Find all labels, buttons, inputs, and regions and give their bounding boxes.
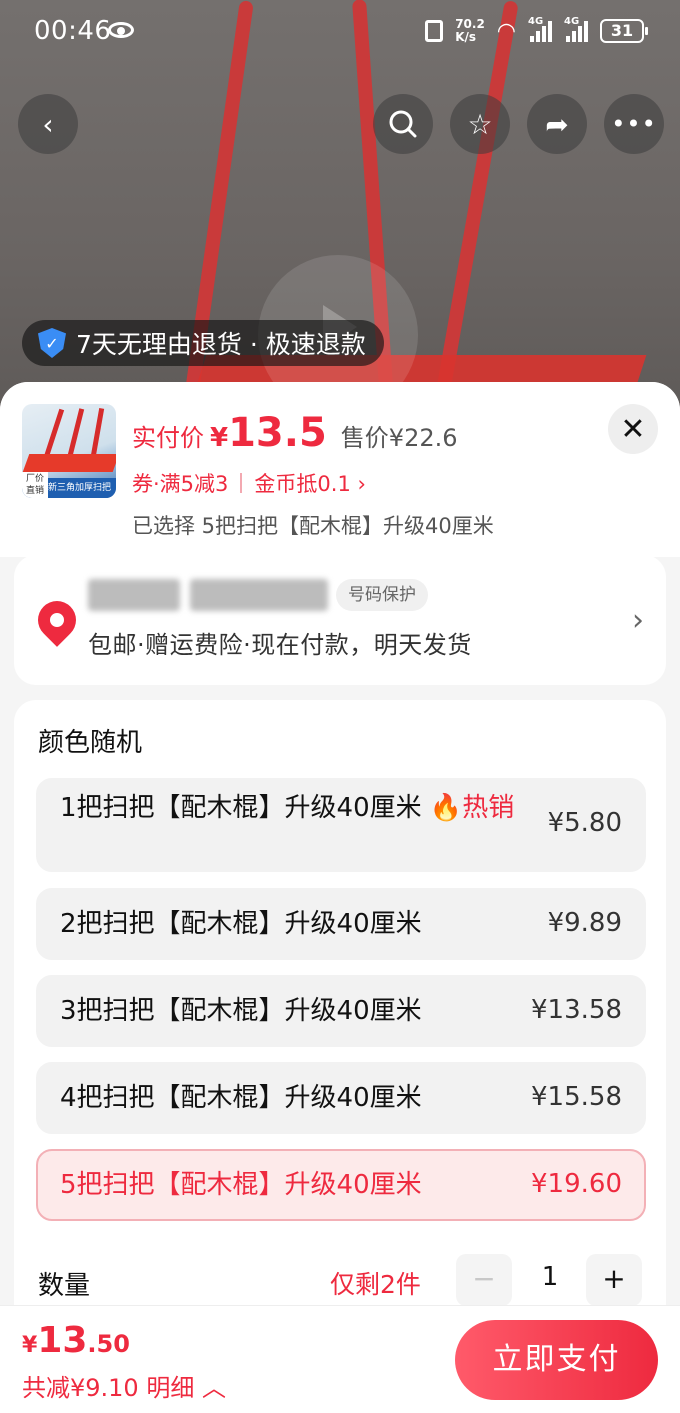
sku-option-price: ¥9.89	[547, 908, 622, 938]
chevron-right-icon: ›	[632, 603, 644, 638]
decrement-button[interactable]: −	[456, 1254, 512, 1306]
original-price: 售价¥22.6	[340, 424, 458, 452]
sku-option-price: ¥15.58	[531, 1082, 622, 1112]
pay-price: ¥13.5	[210, 410, 327, 456]
search-icon	[389, 110, 417, 138]
wifi-icon: ◠	[496, 18, 516, 44]
divider	[240, 473, 243, 493]
battery-icon: 31	[600, 19, 648, 43]
stock-note: 仅剩2件	[330, 1270, 421, 1299]
search-button[interactable]	[373, 94, 433, 154]
network-type: 4G	[564, 16, 580, 27]
location-icon	[30, 593, 84, 647]
close-button[interactable]: ✕	[608, 404, 658, 454]
sku-option-name: 1把扫把【配木棍】升级40厘米 🔥热销	[60, 790, 530, 826]
discount-detail-link[interactable]: 共减¥9.10 明细 ︿	[22, 1368, 226, 1403]
coins-text: 金币抵0.1 ›	[254, 472, 366, 496]
sku-option-price: ¥13.58	[531, 995, 622, 1025]
speed-unit: K/s	[455, 30, 477, 44]
sku-option-price: ¥5.80	[547, 808, 622, 838]
sku-sheet: 新三角加厚扫把 厂价直销 实付价 ¥13.5 售价¥22.6 券·满5减3 金币…	[0, 382, 680, 1413]
currency-symbol: ¥	[210, 423, 229, 453]
hot-sale-badge: 🔥热销	[429, 793, 515, 823]
refund-badge: ✓ 7天无理由退货 · 极速退款	[22, 320, 384, 366]
total-price: ¥ 13 .50	[22, 1320, 130, 1361]
address-card[interactable]: 号码保护 包邮·赠运费险·现在付款，明天发货 ›	[14, 555, 666, 685]
sku-option[interactable]: 1把扫把【配木棍】升级40厘米 🔥热销 ¥5.80	[36, 778, 646, 872]
sku-option[interactable]: 3把扫把【配木棍】升级40厘米 ¥13.58	[36, 975, 646, 1047]
price-row: 实付价 ¥13.5 售价¥22.6	[132, 410, 458, 456]
pay-price-value: 13.5	[228, 410, 327, 456]
eye-icon	[108, 22, 134, 38]
sku-option[interactable]: 4把扫把【配木棍】升级40厘米 ¥15.58	[36, 1062, 646, 1134]
quantity-label: 数量	[38, 1271, 91, 1301]
status-time: 00:46	[34, 16, 112, 46]
option-group-title: 颜色随机	[38, 728, 143, 758]
pay-now-button[interactable]: 立即支付	[455, 1320, 658, 1400]
sku-option-price: ¥19.60	[531, 1169, 622, 1199]
pay-price-label: 实付价	[132, 424, 204, 452]
quantity-value[interactable]: 1	[534, 1262, 566, 1292]
redacted-phone	[190, 579, 328, 611]
more-button[interactable]: •••	[604, 94, 664, 154]
coupon-text: 券·满5减3	[132, 472, 229, 496]
total-decimal: .50	[87, 1330, 130, 1358]
more-icon: •••	[611, 110, 657, 138]
sku-option[interactable]: 2把扫把【配木棍】升级40厘米 ¥9.89	[36, 888, 646, 960]
discount-row[interactable]: 券·满5减3 金币抵0.1 ›	[132, 468, 366, 498]
checkout-bar: ¥ 13 .50 共减¥9.10 明细 ︿ 立即支付	[0, 1305, 680, 1413]
share-button[interactable]: ➦	[527, 94, 587, 154]
network-speed: 70.2 K/s	[455, 18, 485, 44]
product-thumbnail[interactable]: 新三角加厚扫把 厂价直销	[22, 404, 116, 498]
close-icon: ✕	[620, 411, 646, 447]
vibrate-icon	[425, 20, 444, 42]
chevron-left-icon: ‹	[42, 107, 54, 141]
redacted-name	[88, 579, 180, 611]
favorite-button[interactable]: ☆	[450, 94, 510, 154]
status-icons: 70.2 K/s ◠ 4G 4G 31	[425, 16, 648, 44]
signal-icon: 4G	[528, 16, 552, 42]
screen: 00:46 70.2 K/s ◠ 4G 4G 31 ‹ ☆ ➦ ••• ✓ 7天…	[0, 0, 680, 1413]
selected-sku: 已选择 5把扫把【配木棍】升级40厘米	[132, 514, 494, 538]
sheet-header: 新三角加厚扫把 厂价直销 实付价 ¥13.5 售价¥22.6 券·满5减3 金币…	[0, 382, 680, 557]
shipping-info: 包邮·赠运费险·现在付款，明天发货	[88, 631, 472, 659]
options-card: 颜色随机 1把扫把【配木棍】升级40厘米 🔥热销 ¥5.80 2把扫把【配木棍】…	[14, 700, 666, 1340]
back-button[interactable]: ‹	[18, 94, 78, 154]
sku-option-selected[interactable]: 5把扫把【配木棍】升级40厘米 ¥19.60	[36, 1149, 646, 1221]
currency-symbol: ¥	[22, 1333, 38, 1358]
network-type: 4G	[528, 16, 544, 27]
increment-button[interactable]: +	[586, 1254, 642, 1306]
total-integer: 13	[37, 1320, 88, 1361]
privacy-tag: 号码保护	[336, 579, 428, 611]
thumbnail-factory-tag: 厂价直销	[22, 472, 48, 498]
product-media[interactable]: 00:46 70.2 K/s ◠ 4G 4G 31 ‹ ☆ ➦ ••• ✓ 7天…	[0, 0, 680, 420]
share-icon: ➦	[545, 107, 569, 141]
sku-option-name: 4把扫把【配木棍】升级40厘米	[60, 1083, 422, 1113]
signal-icon: 4G	[564, 16, 588, 42]
sku-option-name: 5把扫把【配木棍】升级40厘米	[60, 1170, 422, 1200]
star-icon: ☆	[467, 107, 493, 141]
sku-option-name: 3把扫把【配木棍】升级40厘米	[60, 996, 422, 1026]
shield-check-icon: ✓	[38, 328, 66, 358]
status-bar: 00:46 70.2 K/s ◠ 4G 4G 31	[0, 0, 680, 66]
sku-option-label: 1把扫把【配木棍】升级40厘米	[60, 793, 422, 823]
refund-text: 7天无理由退货 · 极速退款	[76, 330, 366, 359]
sku-option-name: 2把扫把【配木棍】升级40厘米	[60, 909, 422, 939]
